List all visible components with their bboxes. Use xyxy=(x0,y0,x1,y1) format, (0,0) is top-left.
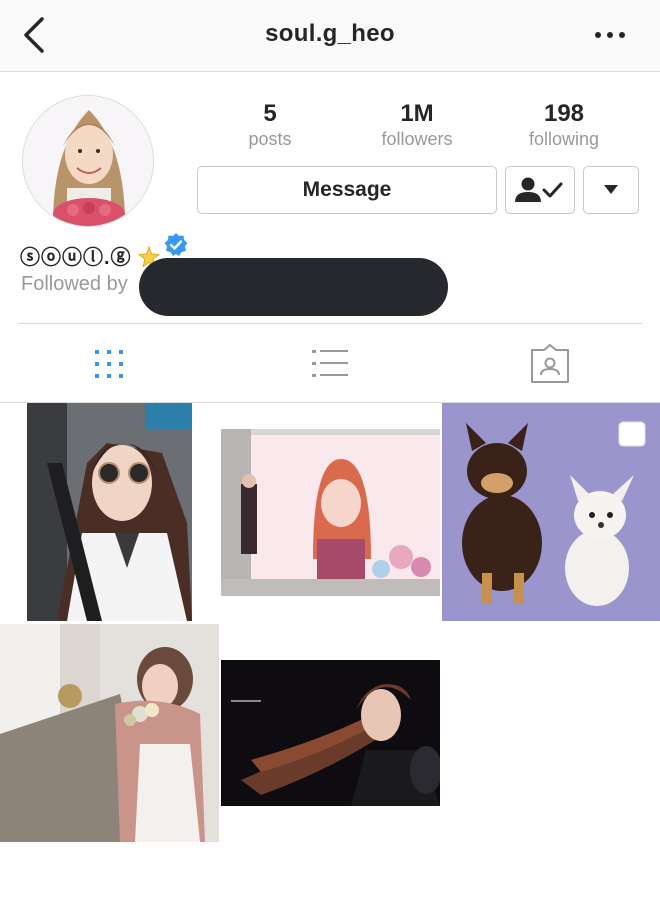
list-icon xyxy=(312,350,348,377)
stat-posts-label: posts xyxy=(248,129,292,149)
more-dots-icon[interactable] xyxy=(590,22,630,48)
stat-followers[interactable]: 1M followers xyxy=(357,100,477,150)
stat-followers-label: followers xyxy=(381,129,453,149)
post-thumbnail[interactable] xyxy=(221,660,440,806)
tagged-person-icon xyxy=(531,344,569,383)
post-thumbnail[interactable] xyxy=(442,403,660,621)
grid-icon xyxy=(95,350,123,378)
display-name-text: ⓢⓞⓤⓛ.ⓖ xyxy=(20,247,132,269)
stat-followers-count: 1M xyxy=(400,100,434,127)
tab-list[interactable] xyxy=(300,340,360,390)
multi-image-icon xyxy=(618,421,646,447)
stat-following-count: 198 xyxy=(543,100,585,127)
profile-username-title: soul.g_heo xyxy=(265,20,395,47)
redacted-followers xyxy=(139,258,448,316)
suggestions-dropdown-button[interactable] xyxy=(583,166,639,214)
following-button[interactable] xyxy=(505,166,575,214)
tab-grid[interactable] xyxy=(80,340,140,390)
profile-avatar[interactable] xyxy=(22,95,154,227)
post-thumbnail[interactable] xyxy=(0,624,219,842)
tab-tagged[interactable] xyxy=(520,340,580,390)
post-thumbnail[interactable] xyxy=(27,403,192,621)
person-check-icon xyxy=(515,177,563,202)
stat-posts[interactable]: 5 posts xyxy=(210,100,330,150)
caret-down-icon xyxy=(604,185,618,194)
profile-tabs xyxy=(0,330,660,400)
message-button[interactable]: Message xyxy=(197,166,497,214)
stat-posts-count: 5 xyxy=(263,100,277,127)
stat-following-label: following xyxy=(528,129,600,149)
top-nav-bar: soul.g_heo xyxy=(0,0,660,72)
post-thumbnail[interactable] xyxy=(221,429,440,596)
stat-following[interactable]: 198 following xyxy=(504,100,624,150)
followed-by-label: Followed by xyxy=(21,273,128,295)
verified-badge-icon xyxy=(164,233,188,256)
profile-divider xyxy=(18,323,642,324)
